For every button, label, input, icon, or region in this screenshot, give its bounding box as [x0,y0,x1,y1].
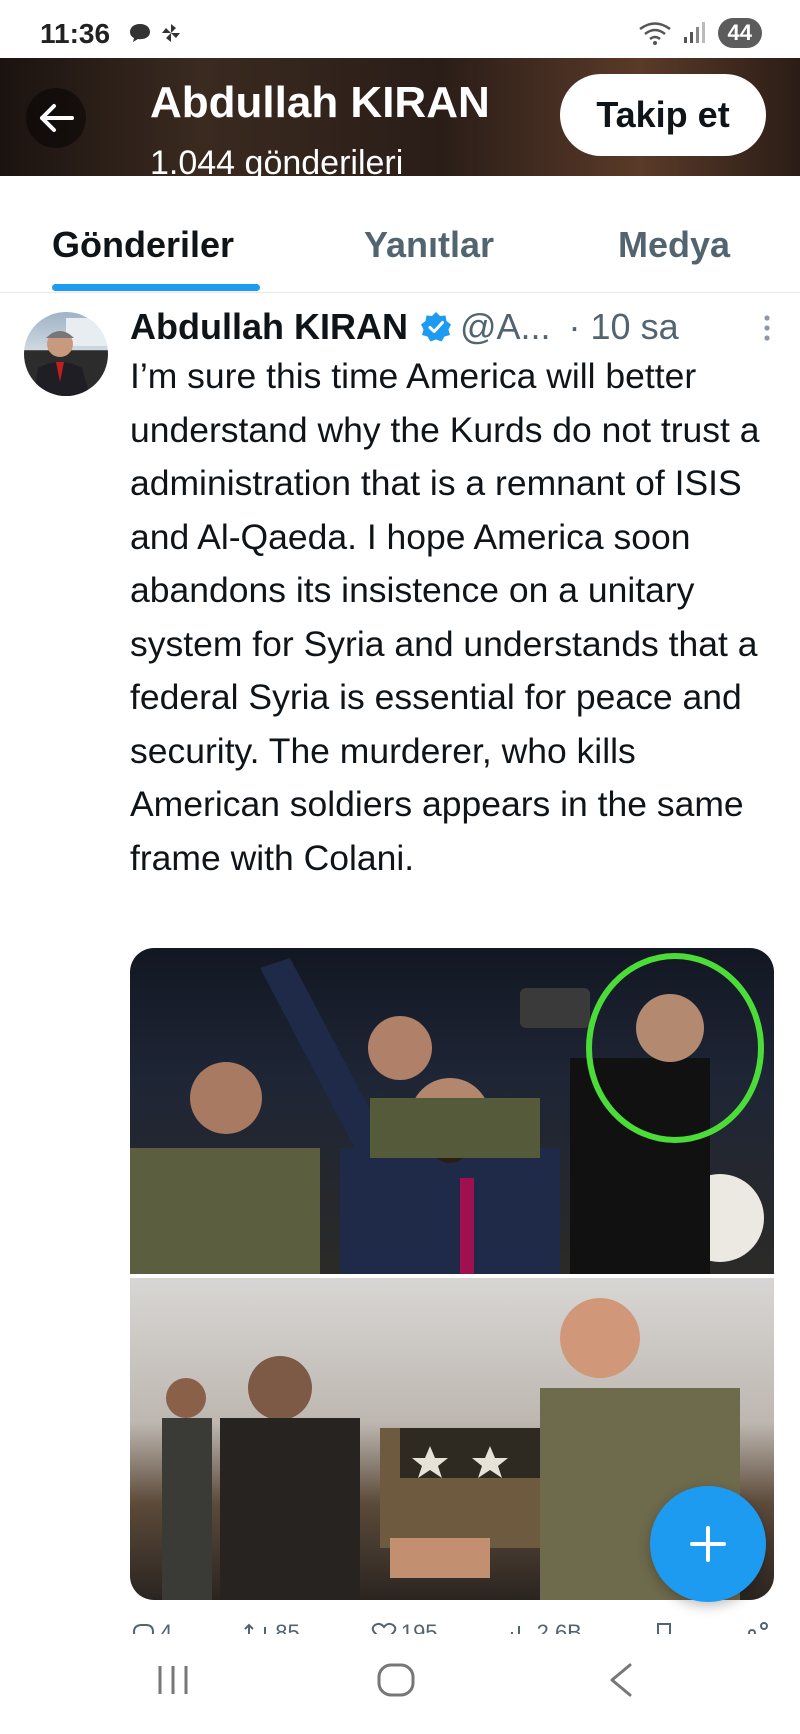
post-timestamp: · 10 sa [568,306,679,347]
battery-indicator: 44 [717,18,762,48]
post-body-text: I’m sure this time America will better u… [130,356,760,878]
post-author-handle[interactable]: @A... [460,306,551,348]
profile-tabs: Gönderiler Yanıtlar Medya [0,176,800,293]
author-avatar[interactable] [24,312,108,396]
back-nav-icon[interactable] [606,1662,636,1698]
verified-badge-icon [420,312,451,342]
clock: 11:36 [40,18,111,49]
back-button[interactable] [26,88,86,148]
tab-posts[interactable]: Gönderiler [52,224,234,266]
status-bar: 11:36 44 [0,0,800,58]
post-count: 1.044 gönderileri [150,144,404,176]
wifi-icon [638,22,671,45]
system-navigation-bar [0,1634,800,1734]
chat-bubble-icon [130,24,150,42]
post-photo-1[interactable] [130,948,774,1274]
compose-post-button[interactable] [650,1486,766,1602]
system-icons: 44 [638,18,762,48]
notification-icons [128,22,182,44]
follow-button[interactable]: Takip et [560,74,766,156]
tab-replies[interactable]: Yanıtlar [364,224,494,266]
tab-media[interactable]: Medya [618,224,730,266]
profile-name: Abdullah KIRAN [150,78,490,127]
plus-icon [690,1526,726,1562]
recent-apps-icon[interactable] [154,1662,192,1698]
post-header: Abdullah KIRAN @A... · 10 sa [130,304,679,350]
pinwheel-icon [162,24,180,42]
profile-header: Abdullah KIRAN 1.044 gönderileri Takip e… [0,58,800,176]
photo-crowd-scene [130,953,764,1274]
active-tab-indicator [52,284,260,291]
arrow-left-icon [40,104,74,132]
avatar-portrait [34,318,108,396]
more-options-icon[interactable] [762,314,772,342]
post-author-name[interactable]: Abdullah KIRAN [130,306,408,348]
home-icon[interactable] [376,1662,416,1698]
signal-icon [683,22,705,43]
